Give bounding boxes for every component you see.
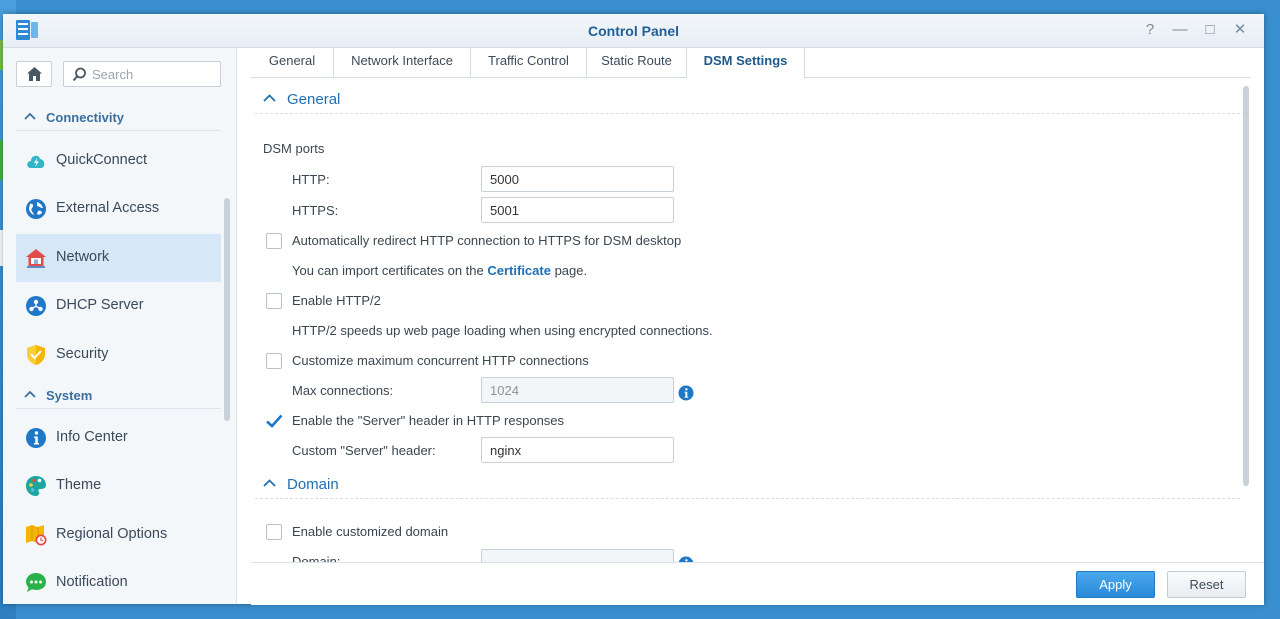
minimize-button[interactable]: — <box>1169 20 1191 40</box>
sidebar-item-label: Info Center <box>56 429 128 445</box>
sidebar: Connectivity QuickConnect External Acces… <box>3 48 237 604</box>
dsm-settings-panel: General DSM ports HTTP: HTTPS: Automatic… <box>251 78 1243 562</box>
domain-input <box>481 549 674 562</box>
reset-button[interactable]: Reset <box>1167 571 1246 598</box>
sidebar-item-notification[interactable]: Notification <box>16 559 221 604</box>
https-port-label: HTTPS: <box>292 203 339 218</box>
tab-static-route[interactable]: Static Route <box>587 48 687 77</box>
certificate-note-prefix: You can import certificates on the <box>292 263 484 278</box>
tab-general[interactable]: General <box>251 48 334 77</box>
group-header-system[interactable]: System <box>16 386 221 409</box>
http-port-input[interactable] <box>481 166 674 192</box>
content-scrollbar[interactable] <box>1243 86 1249 486</box>
tab-traffic-control[interactable]: Traffic Control <box>471 48 587 77</box>
chevron-up-icon <box>24 112 36 120</box>
sidebar-item-regional-options[interactable]: Regional Options <box>16 511 221 559</box>
section-title: General <box>287 91 341 108</box>
globe-icon <box>26 199 46 219</box>
search-icon <box>72 67 86 82</box>
palette-icon <box>26 476 46 496</box>
sidebar-item-label: Regional Options <box>56 526 168 542</box>
section-title: Domain <box>287 476 339 493</box>
redirect-https-checkbox[interactable] <box>266 233 282 249</box>
info-icon <box>26 428 46 448</box>
certificate-note: You can import certificates on the Certi… <box>292 263 587 278</box>
server-header-checkbox[interactable] <box>265 412 283 430</box>
search-box[interactable] <box>63 61 221 87</box>
http2-note: HTTP/2 speeds up web page loading when u… <box>292 323 713 338</box>
footer-bar: Apply Reset <box>251 562 1264 605</box>
group-label: System <box>46 388 93 403</box>
close-button[interactable]: ✕ <box>1229 20 1251 40</box>
domain-label: Domain: <box>292 554 341 562</box>
group-label: Connectivity <box>46 110 125 125</box>
section-domain-header[interactable]: Domain <box>255 471 1243 499</box>
quickconnect-icon <box>27 155 45 168</box>
chevron-up-icon <box>263 479 276 487</box>
max-connections-input <box>481 377 674 403</box>
map-clock-icon <box>26 525 47 546</box>
sidebar-item-external-access[interactable]: External Access <box>16 185 221 233</box>
max-connections-check-label: Customize maximum concurrent HTTP connec… <box>292 353 589 368</box>
enable-custom-domain-checkbox[interactable] <box>266 524 282 540</box>
tab-bar: General Network Interface Traffic Contro… <box>251 48 1251 78</box>
info-tooltip-icon[interactable] <box>678 385 694 401</box>
title-bar[interactable]: Control Panel ? — □ ✕ <box>3 14 1264 48</box>
shield-icon <box>27 345 45 365</box>
certificate-link[interactable]: Certificate <box>487 263 551 278</box>
sidebar-item-label: External Access <box>56 200 160 216</box>
network-house-icon <box>26 249 46 268</box>
home-button[interactable] <box>16 61 52 87</box>
tab-network-interface[interactable]: Network Interface <box>334 48 471 77</box>
home-icon <box>27 67 42 81</box>
sidebar-item-label: DHCP Server <box>56 297 144 313</box>
chat-bubble-icon <box>26 573 46 592</box>
search-input[interactable] <box>92 65 216 83</box>
help-button[interactable]: ? <box>1139 20 1161 40</box>
group-header-connectivity[interactable]: Connectivity <box>16 108 221 131</box>
dsm-ports-label: DSM ports <box>263 141 325 156</box>
redirect-https-label: Automatically redirect HTTP connection t… <box>292 233 682 248</box>
chevron-up-icon <box>263 94 276 102</box>
apply-button[interactable]: Apply <box>1076 571 1155 598</box>
chevron-up-icon <box>24 390 36 398</box>
max-connections-label: Max connections: <box>292 383 394 398</box>
section-general-header[interactable]: General <box>255 86 1243 114</box>
sidebar-item-network[interactable]: Network <box>16 234 221 282</box>
sidebar-item-label: Security <box>56 346 109 362</box>
sidebar-item-label: QuickConnect <box>56 152 148 168</box>
http-port-label: HTTP: <box>292 172 330 187</box>
custom-server-header-input[interactable] <box>481 437 674 463</box>
control-panel-window: Control Panel ? — □ ✕ Connectivity <box>3 14 1264 605</box>
sidebar-item-quickconnect[interactable]: QuickConnect <box>16 137 221 185</box>
server-header-label: Enable the "Server" header in HTTP respo… <box>292 413 565 428</box>
sidebar-item-security[interactable]: Security <box>16 331 221 379</box>
sidebar-item-label: Theme <box>56 477 102 493</box>
maximize-button[interactable]: □ <box>1199 20 1221 40</box>
https-port-input[interactable] <box>481 197 674 223</box>
custom-server-header-label: Custom "Server" header: <box>292 443 436 458</box>
tab-dsm-settings[interactable]: DSM Settings <box>687 48 805 78</box>
sidebar-item-label: Network <box>56 249 110 265</box>
window-title: Control Panel <box>587 23 679 39</box>
dhcp-icon <box>26 296 46 316</box>
certificate-note-suffix: page. <box>554 263 588 278</box>
sidebar-item-theme[interactable]: Theme <box>16 462 221 510</box>
sidebar-scrollbar[interactable] <box>224 198 230 421</box>
enable-http2-checkbox[interactable] <box>266 293 282 309</box>
enable-http2-label: Enable HTTP/2 <box>292 293 381 308</box>
sidebar-item-label: Notification <box>56 574 128 590</box>
sidebar-item-dhcp-server[interactable]: DHCP Server <box>16 282 221 330</box>
sidebar-item-info-center[interactable]: Info Center <box>16 414 221 462</box>
enable-custom-domain-label: Enable customized domain <box>292 524 449 539</box>
max-connections-checkbox[interactable] <box>266 353 282 369</box>
